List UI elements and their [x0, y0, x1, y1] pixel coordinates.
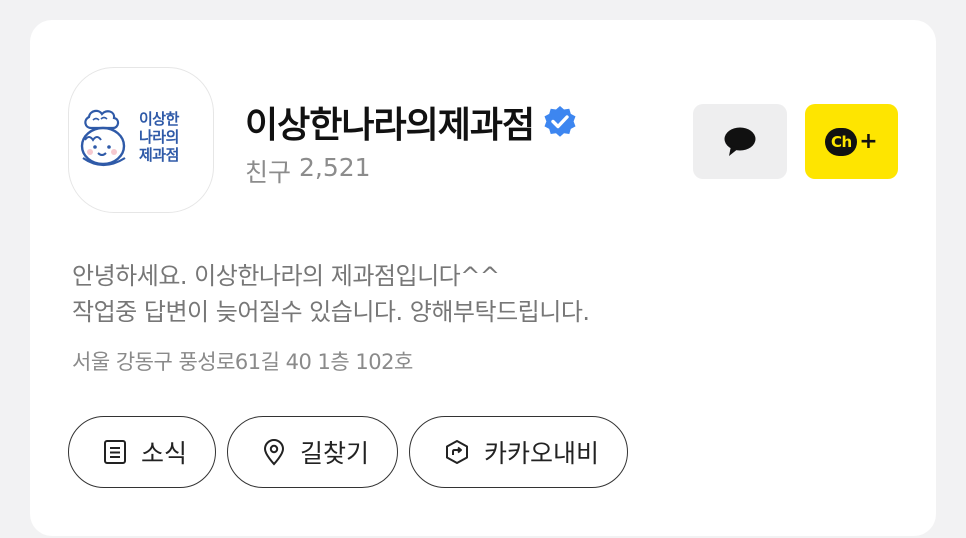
location-pin-icon: [264, 439, 285, 466]
channel-name: 이상한나라의제과점: [245, 105, 535, 146]
kakaonavi-button[interactable]: 카카오내비: [409, 416, 629, 488]
directions-button[interactable]: 길찾기: [227, 416, 399, 488]
logo-line: 제과점: [139, 146, 179, 164]
logo-line: 이상한: [139, 110, 179, 128]
description-line: 안녕하세요. 이상한나라의 제과점입니다^^: [72, 262, 500, 290]
baker-character-icon: [80, 109, 126, 167]
add-channel-button[interactable]: Ch +: [805, 104, 898, 179]
friends-count: 친구 2,521: [245, 153, 371, 189]
ch-badge: Ch: [825, 127, 858, 156]
chat-button[interactable]: [693, 104, 787, 179]
logo-line: 나라의: [139, 128, 179, 146]
chat-bubble-icon: [724, 127, 756, 156]
friends-number: 2,521: [299, 153, 371, 182]
navigation-icon: [446, 440, 469, 464]
channel-profile-card: 이상한 나라의 제과점 이상한나라의제과점 친구 2,521 Ch + 안녕하세…: [30, 20, 936, 536]
news-label: 소식: [141, 439, 188, 468]
action-buttons: 소식 길찾기 카카오내비: [68, 416, 629, 488]
channel-logo[interactable]: 이상한 나라의 제과점: [68, 67, 214, 213]
channel-address: 서울 강동구 풍성로61길 40 1층 102호: [72, 350, 413, 374]
verified-badge-icon: [544, 106, 576, 137]
kakaonavi-label: 카카오내비: [484, 439, 600, 468]
news-document-icon: [104, 440, 126, 464]
channel-description: 안녕하세요. 이상한나라의 제과점입니다^^ 작업중 답변이 늦어질수 있습니다…: [72, 258, 590, 330]
directions-label: 길찾기: [300, 439, 370, 468]
channel-add-icon: Ch +: [825, 127, 878, 156]
description-line: 작업중 답변이 늦어질수 있습니다. 양해부탁드립니다.: [72, 298, 590, 326]
channel-title-row: 이상한나라의제과점: [245, 98, 578, 146]
logo-wordmark: 이상한 나라의 제과점: [139, 110, 201, 164]
news-button[interactable]: 소식: [68, 416, 217, 488]
friends-label: 친구: [245, 158, 292, 187]
plus-icon: +: [859, 128, 878, 154]
